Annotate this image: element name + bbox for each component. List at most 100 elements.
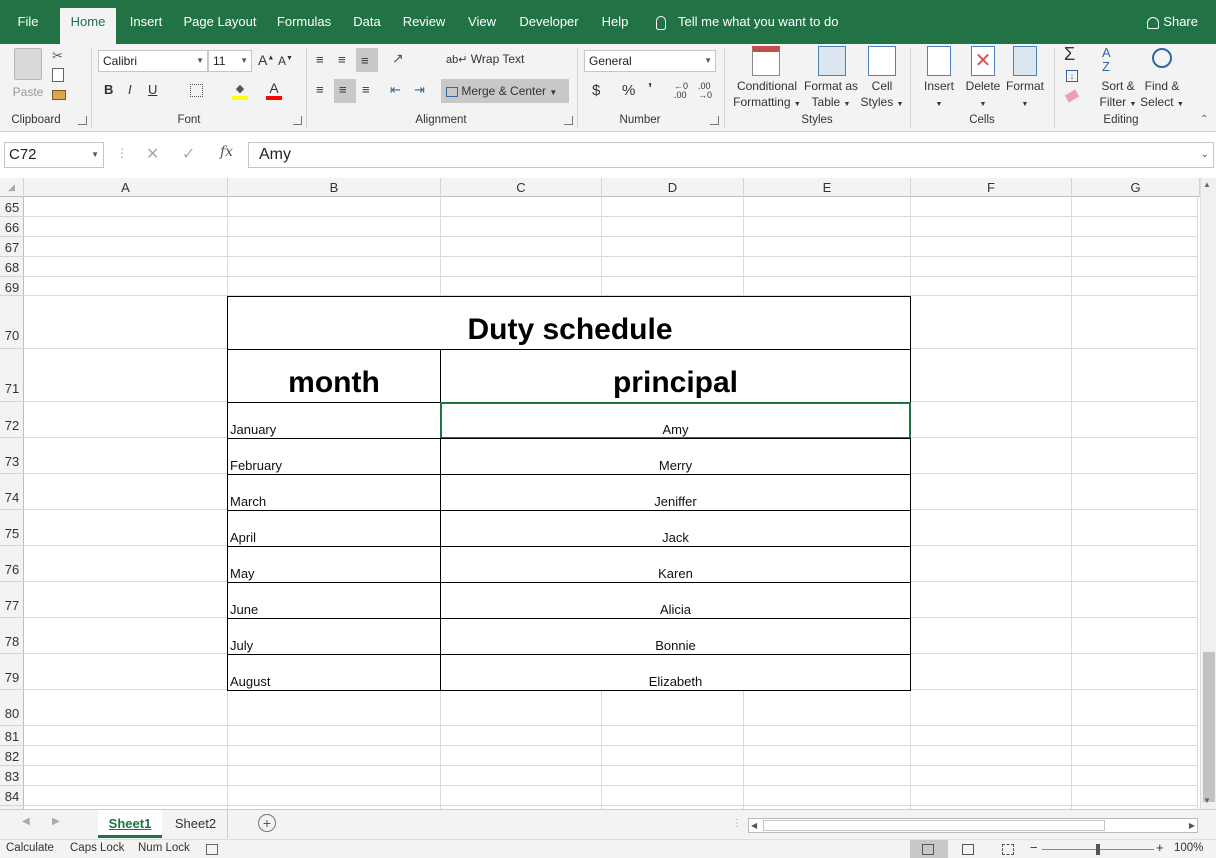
table-row[interactable]: August bbox=[227, 654, 441, 691]
table-row[interactable]: Jack bbox=[440, 510, 911, 547]
insert-cells-button[interactable]: Insert ▼ bbox=[918, 46, 960, 110]
format-as-table-button[interactable]: Format as Table ▼ bbox=[802, 46, 860, 110]
cancel-icon[interactable]: ✕ bbox=[146, 144, 159, 164]
align-left-icon[interactable]: ≡ bbox=[316, 82, 324, 97]
bottom-align-icon[interactable]: ≡ bbox=[361, 53, 369, 68]
row-header[interactable]: 73 bbox=[0, 438, 24, 474]
column-header-f[interactable]: F bbox=[911, 178, 1072, 197]
paste-button[interactable]: Paste bbox=[10, 48, 46, 104]
table-row[interactable]: Merry bbox=[440, 438, 911, 475]
name-box[interactable]: C72 ▼ bbox=[4, 142, 104, 168]
row-header[interactable]: 75 bbox=[0, 510, 24, 546]
align-center-icon[interactable]: ≡ bbox=[339, 82, 347, 97]
column-header-b[interactable]: B bbox=[228, 178, 441, 197]
table-row[interactable]: April bbox=[227, 510, 441, 547]
number-format-select[interactable]: General ▼ bbox=[584, 50, 716, 72]
delete-cells-button[interactable]: ✕ Delete ▼ bbox=[962, 46, 1004, 110]
collapse-ribbon-icon[interactable]: ⌃ bbox=[1200, 114, 1208, 125]
prev-sheet-icon[interactable]: ◀ bbox=[22, 816, 30, 827]
row-header[interactable]: 71 bbox=[0, 349, 24, 402]
row-header[interactable]: 80 bbox=[0, 690, 24, 726]
decrease-decimal-icon[interactable]: .00 →0 bbox=[698, 82, 712, 100]
header-principal-cell[interactable]: principal bbox=[440, 349, 911, 403]
cell-grid[interactable]: Duty schedule month principal January Am… bbox=[24, 197, 1198, 809]
insert-function-button[interactable]: fx bbox=[220, 144, 233, 160]
tab-help[interactable]: Help bbox=[596, 0, 634, 44]
table-row[interactable]: Karen bbox=[440, 546, 911, 583]
table-row[interactable]: Elizabeth bbox=[440, 654, 911, 691]
borders-icon[interactable] bbox=[190, 84, 203, 97]
hscroll-thumb[interactable] bbox=[763, 820, 1105, 831]
next-sheet-icon[interactable]: ▶ bbox=[52, 816, 60, 827]
vertical-scrollbar[interactable]: ▲ ▼ bbox=[1200, 178, 1216, 809]
font-launcher-icon[interactable] bbox=[293, 116, 302, 125]
enter-icon[interactable]: ✓ bbox=[182, 144, 195, 164]
font-color-icon[interactable]: A bbox=[266, 80, 282, 100]
row-header[interactable]: 77 bbox=[0, 582, 24, 618]
table-row-selected[interactable]: Amy bbox=[440, 402, 911, 439]
table-row[interactable]: February bbox=[227, 438, 441, 475]
bold-button[interactable]: B bbox=[104, 82, 113, 97]
table-title-cell[interactable]: Duty schedule bbox=[227, 296, 911, 350]
horizontal-scrollbar[interactable]: ◀ ▶ bbox=[748, 818, 1198, 833]
scroll-down-icon[interactable]: ▼ bbox=[1203, 796, 1211, 805]
normal-view-icon[interactable] bbox=[922, 844, 934, 855]
macro-record-icon[interactable] bbox=[206, 844, 218, 855]
column-header-d[interactable]: D bbox=[602, 178, 744, 197]
middle-align-icon[interactable]: ≡ bbox=[338, 52, 346, 67]
row-header[interactable]: 83 bbox=[0, 766, 24, 786]
conditional-formatting-button[interactable]: Conditional Formatting ▼ bbox=[732, 46, 802, 110]
tab-file[interactable]: File bbox=[8, 0, 48, 44]
align-right-icon[interactable]: ≡ bbox=[362, 82, 370, 97]
scroll-up-icon[interactable]: ▲ bbox=[1203, 180, 1211, 189]
select-all-button[interactable]: ◢ bbox=[0, 178, 24, 197]
table-row[interactable]: July bbox=[227, 618, 441, 655]
row-header[interactable]: 84 bbox=[0, 786, 24, 806]
fill-icon[interactable]: ↓ bbox=[1066, 70, 1078, 82]
page-break-view-icon[interactable] bbox=[1002, 844, 1014, 855]
table-row[interactable]: Jeniffer bbox=[440, 474, 911, 511]
row-header[interactable]: 81 bbox=[0, 726, 24, 746]
row-header[interactable]: 70 bbox=[0, 296, 24, 349]
tell-me-search[interactable]: Tell me what you want to do bbox=[656, 0, 838, 44]
zoom-in-icon[interactable]: + bbox=[1156, 840, 1164, 855]
column-header-g[interactable]: G bbox=[1072, 178, 1200, 197]
font-size-select[interactable]: 11 ▼ bbox=[208, 50, 252, 72]
zoom-out-icon[interactable]: − bbox=[1030, 840, 1038, 855]
increase-font-icon[interactable]: A▲ bbox=[258, 52, 274, 68]
header-month-cell[interactable]: month bbox=[227, 349, 441, 403]
decrease-font-icon[interactable]: A▼ bbox=[278, 54, 293, 68]
column-header-e[interactable]: E bbox=[744, 178, 911, 197]
number-launcher-icon[interactable] bbox=[710, 116, 719, 125]
table-row[interactable]: January bbox=[227, 402, 441, 439]
tab-home[interactable]: Home bbox=[60, 8, 116, 44]
row-header[interactable]: 69 bbox=[0, 277, 24, 296]
wrap-text-button[interactable]: ab↵ Wrap Text bbox=[446, 52, 524, 66]
sort-filter-button[interactable]: AZ Sort & Filter ▼ bbox=[1098, 46, 1138, 110]
cell-styles-button[interactable]: Cell Styles ▼ bbox=[860, 46, 904, 110]
row-header[interactable]: 67 bbox=[0, 237, 24, 257]
decrease-indent-icon[interactable]: ⇤ bbox=[390, 82, 401, 98]
scroll-left-icon[interactable]: ◀ bbox=[751, 819, 757, 832]
clear-icon[interactable] bbox=[1064, 89, 1080, 103]
row-header[interactable]: 74 bbox=[0, 474, 24, 510]
formula-input[interactable]: Amy ⌄ bbox=[248, 142, 1214, 168]
table-row[interactable]: March bbox=[227, 474, 441, 511]
tab-developer[interactable]: Developer bbox=[514, 0, 584, 44]
merge-center-button[interactable]: Merge & Center ▼ bbox=[446, 84, 557, 98]
page-layout-view-icon[interactable] bbox=[962, 844, 974, 855]
table-row[interactable]: Bonnie bbox=[440, 618, 911, 655]
row-header[interactable]: 79 bbox=[0, 654, 24, 690]
increase-decimal-icon[interactable]: ←0.00 bbox=[674, 82, 688, 100]
tab-page-layout[interactable]: Page Layout bbox=[180, 0, 260, 44]
sheet-tab-sheet2[interactable]: Sheet2 bbox=[164, 810, 228, 838]
row-header[interactable]: 65 bbox=[0, 197, 24, 217]
row-header[interactable]: 68 bbox=[0, 257, 24, 277]
column-header-c[interactable]: C bbox=[441, 178, 602, 197]
row-header[interactable]: 76 bbox=[0, 546, 24, 582]
zoom-level[interactable]: 100% bbox=[1174, 842, 1203, 854]
alignment-launcher-icon[interactable] bbox=[564, 116, 573, 125]
comma-button[interactable]: ’ bbox=[648, 80, 652, 97]
underline-button[interactable]: U bbox=[148, 82, 157, 97]
tab-formulas[interactable]: Formulas bbox=[272, 0, 336, 44]
